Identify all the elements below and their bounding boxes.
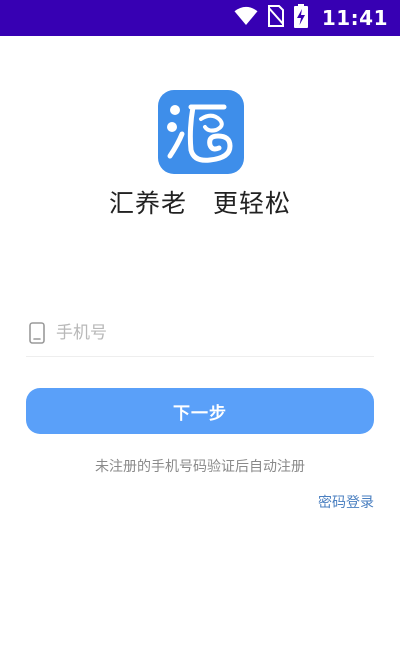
status-time: 11:41 <box>321 6 388 30</box>
phone-icon <box>29 322 45 344</box>
battery-charging-icon <box>293 4 308 32</box>
auto-register-hint: 未注册的手机号码验证后自动注册 <box>95 459 305 475</box>
wifi-icon <box>234 6 258 30</box>
status-icons: 11:41 <box>234 0 388 36</box>
app-logo <box>158 90 244 174</box>
phone-field <box>26 312 374 357</box>
phone-input[interactable] <box>56 316 366 350</box>
app-slogan: 汇养老 更轻松 <box>108 189 291 218</box>
status-bar: 11:41 <box>0 0 400 36</box>
no-sim-icon <box>267 5 285 31</box>
next-button[interactable]: 下一步 <box>26 388 374 434</box>
password-login-link[interactable]: 密码登录 <box>318 492 374 512</box>
